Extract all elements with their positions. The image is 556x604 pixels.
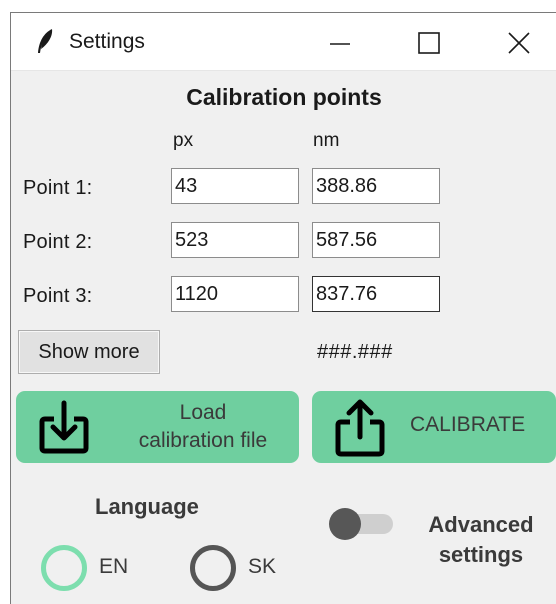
- point-1-nm-input[interactable]: [312, 168, 440, 204]
- load-calibration-file-button[interactable]: Load calibration file: [16, 391, 299, 463]
- language-title: Language: [95, 494, 199, 519]
- point-3-nm-input[interactable]: [312, 276, 440, 312]
- show-more-button[interactable]: Show more: [18, 330, 160, 374]
- close-icon: [508, 32, 530, 54]
- maximize-button[interactable]: [409, 23, 449, 63]
- close-button[interactable]: [499, 23, 539, 63]
- point-3-label: Point 3:: [23, 285, 93, 307]
- point-3-px-input[interactable]: [171, 276, 299, 312]
- maximize-icon: [418, 32, 440, 54]
- window-title: Settings: [69, 30, 145, 53]
- language-radio-en[interactable]: [41, 545, 87, 591]
- advanced-settings-label: Advanced settings: [428, 512, 534, 567]
- language-option-sk-label[interactable]: SK: [248, 555, 276, 579]
- language-radio-sk[interactable]: [190, 545, 236, 591]
- nm-column-header: nm: [313, 130, 340, 151]
- advanced-settings-toggle[interactable]: [329, 508, 395, 540]
- point-2-px-input[interactable]: [171, 222, 299, 258]
- load-button-label: Load calibration file: [138, 401, 268, 452]
- toggle-knob: [329, 508, 361, 540]
- calibration-points-title: Calibration points: [186, 84, 382, 110]
- px-column-header: px: [173, 130, 194, 151]
- upload-icon: [335, 399, 385, 457]
- download-icon: [39, 400, 89, 454]
- point-1-px-input[interactable]: [171, 168, 299, 204]
- nm-format-mask: ###.###: [317, 341, 393, 363]
- minimize-icon: [330, 43, 350, 45]
- point-2-nm-input[interactable]: [312, 222, 440, 258]
- language-option-en-label[interactable]: EN: [99, 555, 128, 579]
- point-1-label: Point 1:: [23, 177, 93, 199]
- point-2-label: Point 2:: [23, 231, 93, 253]
- settings-window: Settings Calibration points px nm Point …: [10, 12, 556, 604]
- title-bar[interactable]: Settings: [11, 13, 556, 71]
- calibrate-button[interactable]: CALIBRATE: [312, 391, 556, 463]
- minimize-button[interactable]: [319, 23, 359, 63]
- calibrate-button-label: CALIBRATE: [410, 413, 526, 436]
- feather-icon: [38, 29, 53, 53]
